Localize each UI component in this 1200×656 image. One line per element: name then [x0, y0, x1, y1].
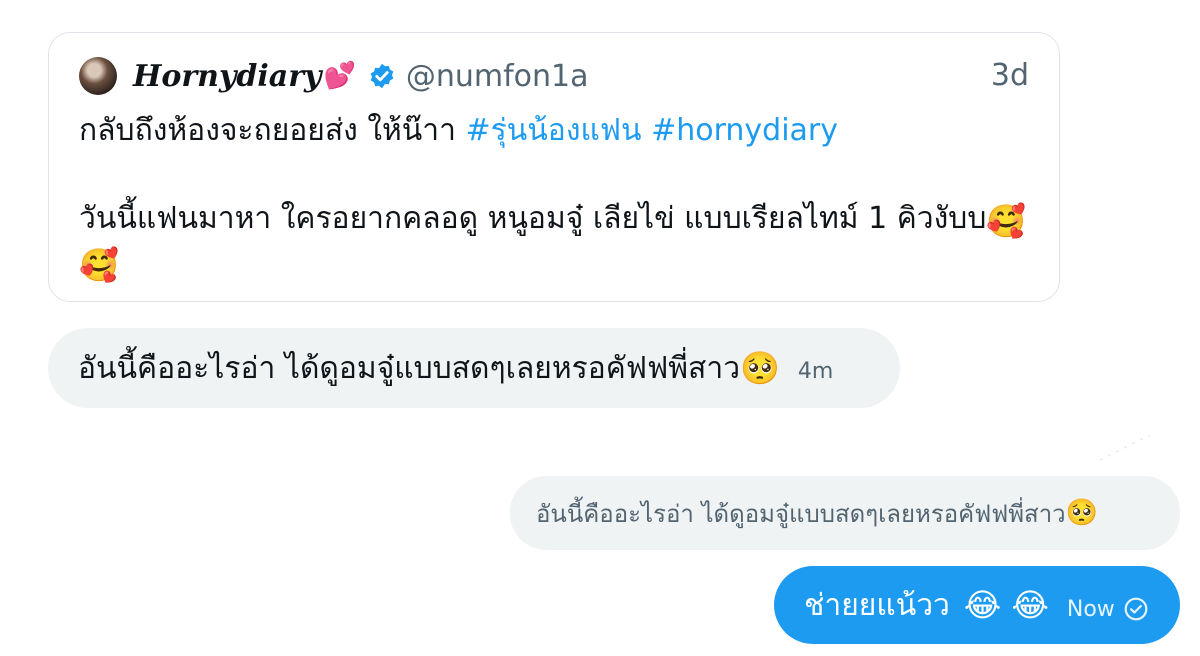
reply-preview-bubble[interactable]: อันนี้คืออะไรอ่า ได้ดูอมจู๋แบบสดๆเลยหรอค…	[510, 476, 1180, 550]
hashtag-link[interactable]: #hornydiary	[651, 113, 838, 148]
quoted-tweet-header: Hornydiary 💕 @numfon1a 3d	[79, 55, 1029, 97]
tweet-text-1: กลับถึงห้องจะถยอยส่ง ให้น๊าา	[79, 113, 466, 148]
tweet-line-2: วันนี้แฟนมาหา ใครอยากคลอดู หนูอมจู๋ เลีย…	[79, 197, 1029, 241]
sent-message-bubble[interactable]: ช่ายยแน้วว 😂 😂 Now	[774, 566, 1180, 644]
quoted-tweet-card[interactable]: Hornydiary 💕 @numfon1a 3d กลับถึงห้องจะถ…	[48, 32, 1060, 302]
reply-preview-text: อันนี้คืออะไรอ่า ได้ดูอมจู๋แบบสดๆเลยหรอค…	[536, 499, 1066, 528]
smiling-hearts-emoji-icon: 🥰	[986, 202, 1027, 240]
message-time: 4m	[797, 358, 834, 384]
heart-icon: 💕	[323, 61, 356, 91]
smiling-hearts-emoji-icon: 🥰	[79, 246, 119, 284]
avatar[interactable]	[79, 57, 117, 95]
tweet-line-3: 🥰	[79, 241, 1029, 285]
hashtag-link[interactable]: #รุ่นน้องแฟน	[466, 113, 642, 148]
pleading-face-emoji-icon: 🥺	[1065, 498, 1099, 528]
tweet-text-2: วันนี้แฟนมาหา ใครอยากคลอดู หนูอมจู๋ เลีย…	[79, 201, 987, 236]
received-message-text: อันนี้คืออะไรอ่า ได้ดูอมจู๋แบบสดๆเลยหรอค…	[78, 350, 741, 386]
verified-badge-icon	[370, 63, 394, 89]
pleading-face-emoji-icon: 🥺	[740, 349, 780, 387]
handle[interactable]: @numfon1a	[406, 59, 589, 94]
tweet-time: 3d	[990, 58, 1029, 93]
seen-check-icon	[1124, 597, 1148, 621]
tweet-line-1: กลับถึงห้องจะถยอยส่ง ให้น๊าา #รุ่นน้องแฟ…	[79, 109, 1029, 153]
display-name[interactable]: Hornydiary	[133, 59, 321, 94]
message-time: Now	[1066, 596, 1115, 622]
sent-message-text: ช่ายยแน้วว	[804, 587, 950, 623]
quoted-tweet-body: กลับถึงห้องจะถยอยส่ง ให้น๊าา #รุ่นน้องแฟ…	[79, 109, 1029, 285]
sparkle-icon	[1099, 434, 1151, 461]
laughing-emoji-icon: 😂 😂	[963, 586, 1049, 624]
received-message-bubble[interactable]: อันนี้คืออะไรอ่า ได้ดูอมจู๋แบบสดๆเลยหรอค…	[48, 328, 900, 408]
